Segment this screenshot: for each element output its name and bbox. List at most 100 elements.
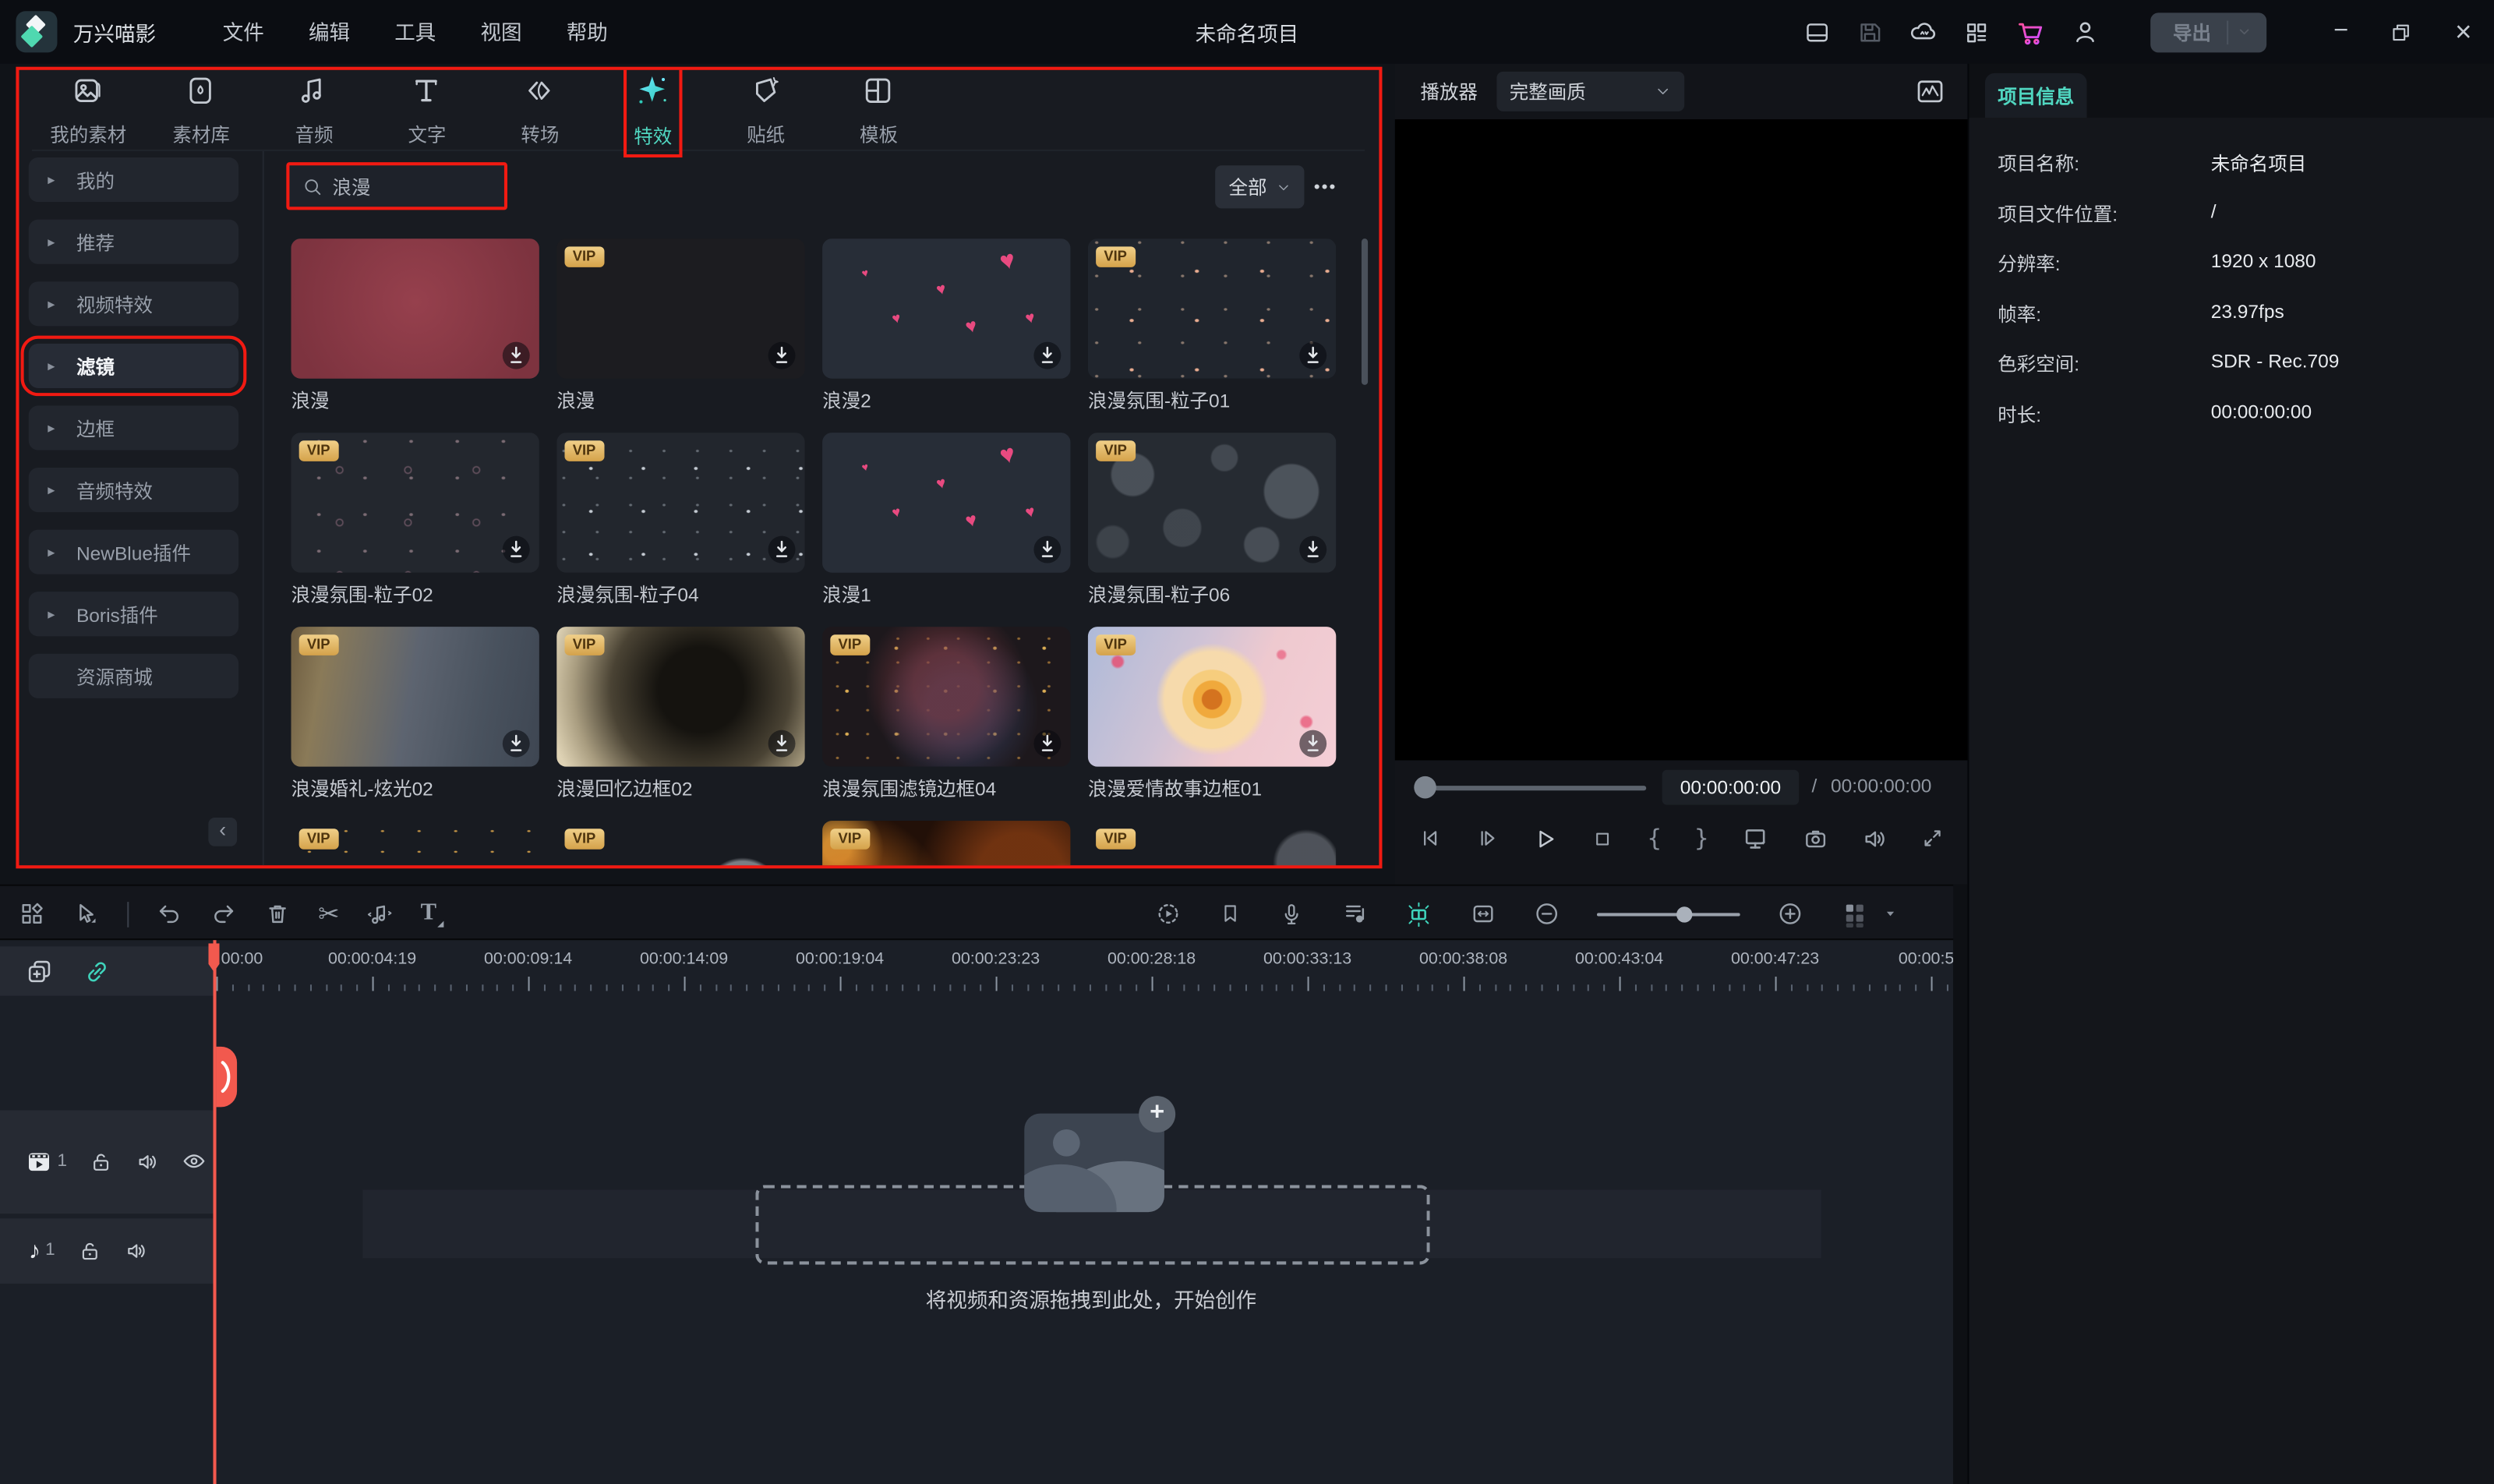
effect-thumbnail[interactable] [291, 238, 539, 379]
search-input[interactable] [333, 175, 476, 197]
effect-thumbnail[interactable]: ♥♥♥♥♥♥ [822, 238, 1070, 379]
filter-all-dropdown[interactable]: 全部 [1215, 165, 1304, 208]
sidebar-item-7[interactable]: ▸Boris插件 [29, 592, 238, 636]
audio-lock-icon[interactable] [77, 1238, 101, 1263]
download-icon[interactable] [1298, 341, 1328, 371]
cloud-sync-icon[interactable] [1909, 17, 1938, 46]
tab-effects[interactable]: 特效 [596, 70, 709, 151]
tab-transition[interactable]: 转场 [483, 70, 596, 151]
delete-icon[interactable] [264, 900, 291, 928]
effect-thumbnail[interactable]: VIP [556, 238, 804, 379]
effect-thumbnail[interactable]: VIP [1088, 627, 1336, 767]
sidebar-item-1[interactable]: ▸推荐 [29, 220, 238, 264]
tab-audio[interactable]: 音频 [258, 70, 371, 151]
download-icon[interactable] [501, 729, 532, 759]
pointer-tool-icon[interactable] [73, 900, 101, 928]
tab-sticker[interactable]: 贴纸 [709, 70, 822, 151]
search-box[interactable] [286, 162, 507, 210]
menu-item-2[interactable]: 工具 [394, 21, 436, 45]
stop-button[interactable] [1591, 826, 1615, 850]
sidebar-item-6[interactable]: ▸NewBlue插件 [29, 530, 238, 574]
effect-thumbnail[interactable]: ♥♥♥♥♥♥ [822, 433, 1070, 573]
dashboard-grid-icon[interactable] [1963, 18, 1991, 45]
redo-icon[interactable] [210, 900, 237, 928]
video-scope-icon[interactable] [1915, 76, 1945, 115]
cart-icon[interactable] [2015, 16, 2046, 47]
effect-thumbnail[interactable]: VIP [1088, 821, 1336, 868]
text-tool-icon[interactable]: T [421, 900, 436, 928]
auto-ripple-snap-icon[interactable] [1404, 899, 1433, 928]
sidebar-item-5[interactable]: ▸音频特效 [29, 468, 238, 512]
close-button[interactable]: × [2455, 15, 2471, 48]
download-icon[interactable] [501, 341, 532, 371]
snapshot-camera-button[interactable] [1802, 825, 1829, 852]
seek-track[interactable] [1433, 786, 1646, 790]
timeline-area[interactable]: 1 ♪ 1 00:0000:00:04:1900:00:09:1400:00:1… [0, 940, 1953, 1484]
render-preview-icon[interactable] [1155, 900, 1182, 928]
add-media-plus-icon[interactable]: + [1139, 1096, 1175, 1132]
playhead-handle[interactable] [217, 1047, 238, 1108]
effect-thumbnail[interactable]: VIP [1088, 238, 1336, 379]
video-mute-icon[interactable] [136, 1149, 160, 1173]
effect-thumbnail[interactable]: VIP [291, 821, 539, 868]
effect-thumbnail[interactable]: VIP [556, 627, 804, 767]
zoom-slider-knob[interactable] [1676, 906, 1692, 921]
effect-thumbnail[interactable]: VIP [822, 627, 1070, 767]
download-icon[interactable] [767, 535, 797, 565]
sidebar-item-2[interactable]: ▸视频特效 [29, 281, 238, 326]
effect-thumbnail[interactable]: VIP [1088, 433, 1336, 573]
display-device-button[interactable] [1741, 824, 1770, 853]
fullscreen-button[interactable] [1920, 825, 1945, 851]
seek-knob[interactable] [1414, 776, 1436, 799]
fit-timeline-icon[interactable] [1470, 900, 1497, 928]
download-icon[interactable] [1032, 535, 1062, 565]
effects-scrollbar[interactable] [1362, 238, 1368, 385]
video-visibility-eye-icon[interactable] [182, 1148, 207, 1174]
video-lock-icon[interactable] [90, 1149, 114, 1173]
tab-template[interactable]: 模板 [822, 70, 935, 151]
volume-button[interactable] [1860, 825, 1888, 852]
audio-detach-icon[interactable] [366, 900, 394, 928]
download-icon[interactable] [1032, 729, 1062, 759]
restore-button[interactable] [2390, 20, 2414, 44]
download-icon[interactable] [767, 341, 797, 371]
tab-project-info[interactable]: 项目信息 [1985, 73, 2087, 118]
media-manage-icon[interactable] [19, 900, 46, 928]
audio-mute-icon[interactable] [123, 1238, 147, 1263]
layout-panel-icon[interactable] [1804, 18, 1832, 45]
download-icon[interactable] [501, 535, 532, 565]
tab-stock[interactable]: 素材库 [145, 70, 258, 151]
voiceover-mic-icon[interactable] [1279, 901, 1305, 927]
effect-thumbnail[interactable]: VIP [291, 627, 539, 767]
export-button[interactable]: 导出 [2150, 12, 2266, 51]
mark-in-button[interactable]: { [1647, 824, 1662, 853]
zoom-out-icon[interactable] [1533, 900, 1560, 928]
tab-text[interactable]: 文字 [371, 70, 484, 151]
more-options-button[interactable]: ••• [1314, 165, 1337, 208]
next-frame-button[interactable] [1475, 825, 1500, 851]
marker-icon[interactable] [1218, 902, 1242, 926]
minimize-button[interactable]: − [2333, 17, 2348, 46]
undo-icon[interactable] [156, 900, 183, 928]
track-manager-icon[interactable] [1842, 899, 1870, 928]
play-button[interactable] [1532, 825, 1560, 852]
save-icon[interactable] [1856, 18, 1884, 45]
sidebar-item-3[interactable]: ▸滤镜 [29, 344, 238, 388]
menu-item-1[interactable]: 编辑 [309, 21, 350, 45]
menu-item-0[interactable]: 文件 [223, 21, 264, 45]
timeline-zoom-slider[interactable] [1597, 903, 1740, 925]
sidebar-item-0[interactable]: ▸我的 [29, 157, 238, 202]
tab-my-media[interactable]: 我的素材 [32, 70, 145, 151]
mark-out-button[interactable]: } [1694, 824, 1709, 853]
app-logo-icon[interactable] [16, 11, 57, 52]
effect-thumbnail[interactable]: VIP [556, 433, 804, 573]
effect-thumbnail[interactable]: VIP [556, 821, 804, 868]
link-clips-icon[interactable] [83, 957, 111, 986]
audio-mixer-icon[interactable] [1341, 900, 1368, 928]
add-media-track-icon[interactable] [26, 957, 55, 986]
zoom-in-icon[interactable] [1777, 900, 1804, 928]
preview-viewport[interactable] [1395, 119, 1968, 760]
split-scissors-icon[interactable]: ✂ [318, 898, 339, 930]
sidebar-item-8[interactable]: 资源商城 [29, 654, 238, 698]
effect-thumbnail[interactable]: VIP [822, 821, 1070, 868]
